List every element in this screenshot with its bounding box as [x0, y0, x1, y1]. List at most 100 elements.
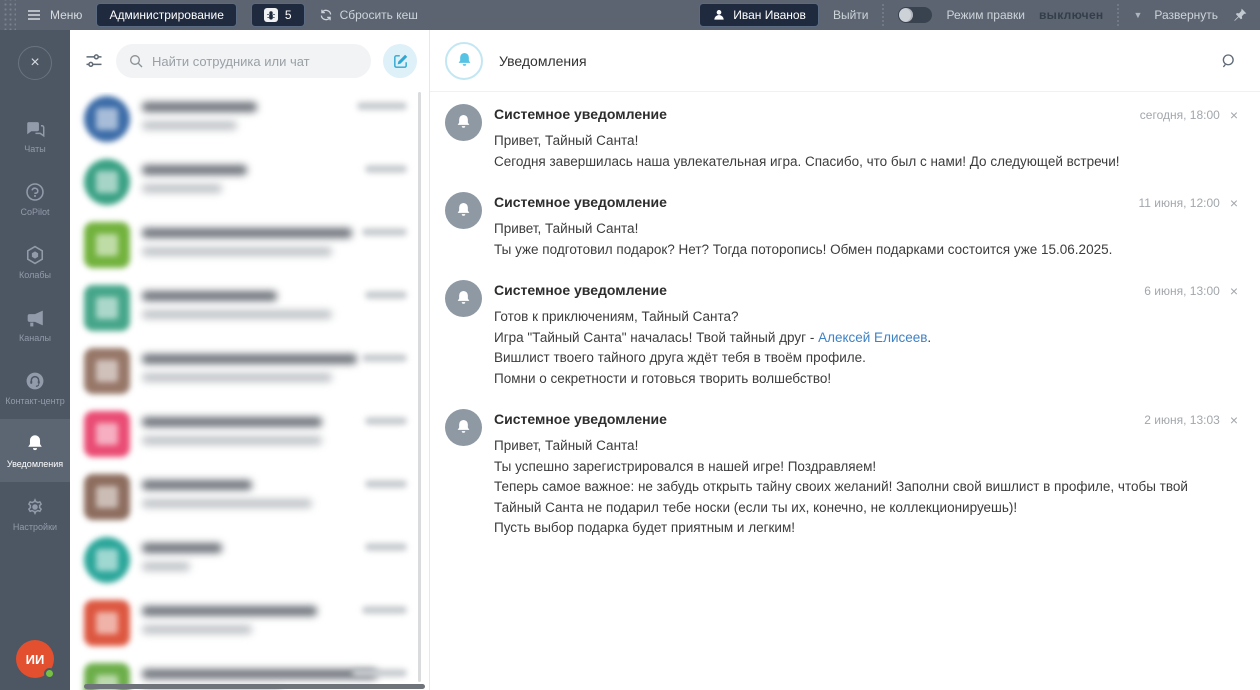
notification-text-line: Игра "Тайный Санта" началась! Твой тайны…	[494, 328, 1238, 349]
pin-button[interactable]	[1232, 7, 1248, 23]
system-notification-avatar	[445, 192, 482, 229]
chat-item-time	[352, 669, 407, 677]
search-input[interactable]	[152, 54, 359, 69]
notification-text-line: Вишлист твоего тайного друга ждёт тебя в…	[494, 348, 1238, 369]
bell-icon	[454, 113, 473, 132]
user-avatar[interactable]: ИИ	[16, 640, 54, 678]
chat-avatar	[84, 285, 130, 331]
copilot-icon	[24, 181, 46, 203]
sidebar-close-button[interactable]: ×	[18, 46, 52, 80]
filter-button[interactable]	[84, 51, 104, 71]
avatar-initials: ИИ	[26, 652, 45, 667]
chat-avatar	[84, 411, 130, 457]
chat-item-time	[365, 291, 407, 299]
bug-icon	[264, 8, 278, 22]
sidebar-item-label: Настройки	[13, 522, 57, 532]
chat-avatar	[84, 96, 130, 142]
notification-text-line: Привет, Тайный Санта!	[494, 436, 1238, 457]
notification-text-line: Теперь самое важное: не забудь открыть т…	[494, 477, 1238, 498]
chat-item-time	[362, 606, 407, 614]
menu-button[interactable]: Меню	[26, 7, 82, 23]
expand-button[interactable]: ▼ Развернуть	[1133, 8, 1218, 22]
person-icon	[712, 8, 726, 22]
close-notification-button[interactable]: ×	[1230, 108, 1238, 122]
chat-list-item[interactable]	[70, 533, 429, 596]
sidebar-item-label: Уведомления	[7, 459, 63, 469]
chat-list-item[interactable]	[70, 344, 429, 407]
administration-button[interactable]: Администрирование	[96, 3, 236, 27]
topbar: Меню Администрирование 5 Сбросить кеш Ив…	[0, 0, 1260, 30]
chat-list-item[interactable]	[70, 407, 429, 470]
notification-item: Системное уведомление Привет, Тайный Сант…	[445, 409, 1238, 539]
refresh-icon	[319, 8, 333, 22]
edit-mode-state: выключен	[1039, 8, 1103, 22]
notification-title: Системное уведомление	[494, 411, 1238, 427]
chat-list-item[interactable]	[70, 155, 429, 218]
topbar-divider	[1117, 4, 1119, 26]
notification-text-line: Ты успешно зарегистрировался в нашей игр…	[494, 457, 1238, 478]
chat-list-item[interactable]	[70, 470, 429, 533]
sidebar-item-label: Контакт-центр	[5, 396, 65, 406]
notification-text-line: Привет, Тайный Санта!	[494, 131, 1238, 152]
bell-icon	[454, 418, 473, 437]
sidebar-item-contact-center[interactable]: Контакт-центр	[0, 356, 70, 419]
sidebar-item-label: Колабы	[19, 270, 51, 280]
bell-icon	[454, 201, 473, 220]
chat-item-time	[365, 480, 407, 488]
search-notifications-button[interactable]	[1220, 52, 1238, 70]
clear-cache-button[interactable]: Сбросить кеш	[319, 8, 418, 22]
chat-list-item[interactable]	[70, 596, 429, 659]
drag-handle[interactable]	[2, 0, 16, 30]
logout-button[interactable]: Выйти	[833, 8, 869, 22]
chat-avatar	[84, 537, 130, 583]
system-notification-avatar	[445, 409, 482, 446]
sidebar-item-chats[interactable]: Чаты	[0, 104, 70, 167]
notification-timestamp: сегодня, 18:00	[1140, 108, 1220, 122]
notification-list: Системное уведомление Привет, Тайный Сант…	[430, 92, 1260, 559]
chat-list-item[interactable]	[70, 218, 429, 281]
user-button[interactable]: Иван Иванов	[699, 3, 819, 27]
notification-item: Системное уведомлениеПривет, Тайный Сант…	[445, 104, 1238, 172]
sidebar-item-label: Каналы	[19, 333, 51, 343]
sidebar-item-gear[interactable]: Настройки	[0, 482, 70, 545]
system-notification-avatar	[445, 104, 482, 141]
chat-list-item[interactable]	[70, 281, 429, 344]
vertical-scrollbar[interactable]	[418, 92, 421, 682]
notification-text-line: Привет, Тайный Санта!	[494, 219, 1238, 240]
contact-center-icon	[24, 370, 46, 392]
notification-timestamp: 11 июня, 12:00	[1138, 196, 1219, 210]
chat-list-item[interactable]	[70, 92, 429, 155]
user-name: Иван Иванов	[733, 8, 806, 22]
chat-avatar	[84, 159, 130, 205]
close-notification-button[interactable]: ×	[1230, 413, 1238, 427]
compose-button[interactable]	[383, 44, 417, 78]
sidebar-item-collabs[interactable]: Колабы	[0, 230, 70, 293]
chat-item-time	[362, 228, 407, 236]
sidebar-item-bell[interactable]: Уведомления	[0, 419, 70, 482]
sidebar: × Чаты CoPilot Колабы Каналы Контакт-центр Ув…	[0, 30, 70, 690]
sidebar-item-label: Чаты	[24, 144, 45, 154]
user-link[interactable]: Алексей Елисеев	[818, 330, 927, 345]
search-box[interactable]	[116, 44, 371, 78]
chat-item-time	[365, 417, 407, 425]
chat-avatar	[84, 348, 130, 394]
bell-icon	[24, 433, 46, 455]
notifications-bell-badge	[445, 42, 483, 80]
notification-item: Системное уведомлениеПривет, Тайный Сант…	[445, 192, 1238, 260]
notification-text-line: Сегодня завершилась наша увлекательная и…	[494, 152, 1238, 173]
issues-badge-button[interactable]: 5	[251, 3, 305, 27]
close-notification-button[interactable]: ×	[1230, 196, 1238, 210]
chevron-down-icon: ▼	[1133, 10, 1142, 20]
horizontal-scrollbar[interactable]	[84, 684, 425, 689]
edit-mode-toggle[interactable]	[898, 7, 932, 23]
notifications-pane: Уведомления Системное уведомлениеПривет,…	[430, 30, 1260, 690]
bell-icon	[454, 289, 473, 308]
gear-icon	[24, 496, 46, 518]
sidebar-item-channels[interactable]: Каналы	[0, 293, 70, 356]
expand-label: Развернуть	[1154, 8, 1218, 22]
close-notification-button[interactable]: ×	[1230, 284, 1238, 298]
notification-timestamp: 6 июня, 13:00	[1144, 284, 1220, 298]
toggle-knob	[899, 8, 913, 22]
sidebar-item-copilot[interactable]: CoPilot	[0, 167, 70, 230]
chats-icon	[24, 118, 46, 140]
